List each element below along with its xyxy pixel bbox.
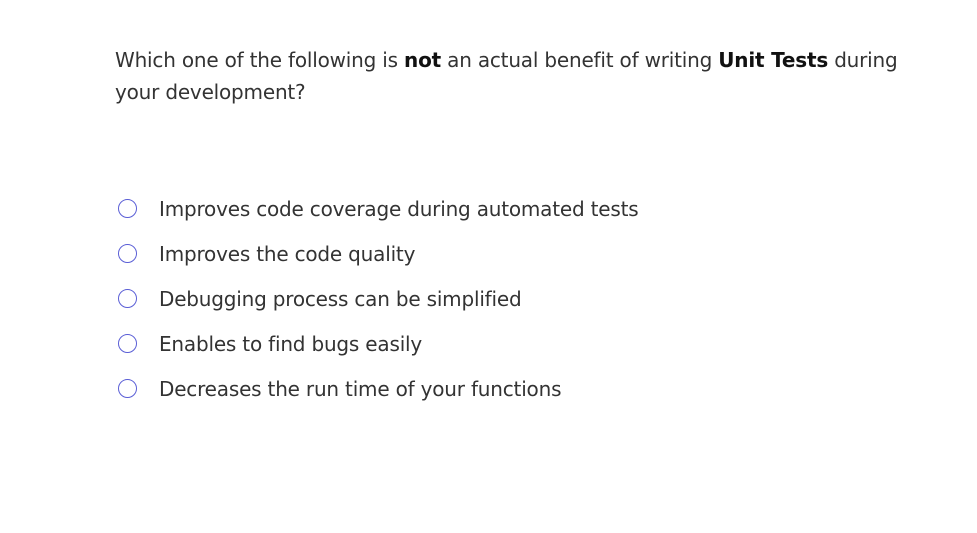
- quiz-container: Which one of the following is not an act…: [115, 44, 915, 108]
- radio-button[interactable]: [118, 244, 137, 263]
- answer-option[interactable]: Enables to find bugs easily: [118, 321, 638, 366]
- question-part-2: an actual benefit of writing: [440, 48, 719, 72]
- question-emphasis-not: not: [404, 48, 441, 72]
- answer-option-label: Improves the code quality: [159, 241, 416, 266]
- answer-option-label: Decreases the run time of your functions: [159, 376, 562, 401]
- question-emphasis-unit-tests: Unit Tests: [718, 48, 829, 72]
- radio-button[interactable]: [118, 199, 137, 218]
- radio-button[interactable]: [118, 334, 137, 353]
- answer-option-label: Improves code coverage during automated …: [159, 196, 639, 221]
- radio-button[interactable]: [118, 379, 137, 398]
- answer-option[interactable]: Debugging process can be simplified: [118, 276, 638, 321]
- answer-option-label: Debugging process can be simplified: [159, 286, 522, 311]
- question-text: Which one of the following is not an act…: [115, 44, 915, 108]
- radio-button[interactable]: [118, 289, 137, 308]
- answer-option[interactable]: Improves the code quality: [118, 231, 638, 276]
- answer-option[interactable]: Improves code coverage during automated …: [118, 186, 639, 231]
- answer-option[interactable]: Decreases the run time of your functions: [118, 366, 638, 411]
- answer-option-label: Enables to find bugs easily: [159, 331, 423, 356]
- question-part-1: Which one of the following is: [115, 48, 405, 72]
- answer-options: Improves code coverage during automated …: [118, 186, 639, 411]
